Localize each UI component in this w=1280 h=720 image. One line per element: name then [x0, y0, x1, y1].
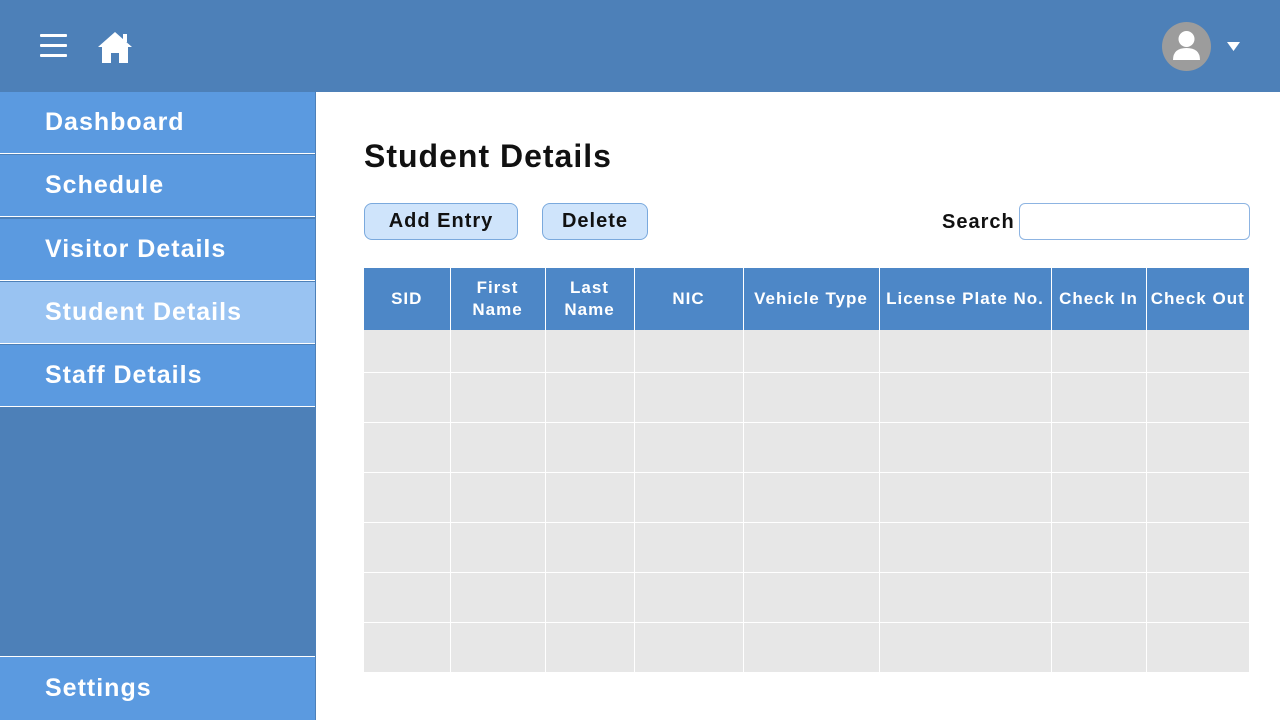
column-header-first-name[interactable]: First Name: [449, 268, 545, 330]
table-cell[interactable]: [544, 421, 634, 472]
table-cell[interactable]: [544, 330, 634, 372]
table-cell[interactable]: [449, 471, 545, 522]
sidebar-item-student-details[interactable]: Student Details: [0, 282, 315, 344]
table-cell[interactable]: [1050, 571, 1146, 622]
home-icon[interactable]: [97, 30, 133, 64]
table-cell[interactable]: [449, 571, 545, 622]
table-cell[interactable]: [364, 471, 450, 522]
table-cell[interactable]: [364, 571, 450, 622]
user-avatar-icon[interactable]: [1162, 22, 1211, 71]
table-cell[interactable]: [742, 621, 879, 672]
column-header-license-plate[interactable]: License Plate No.: [878, 268, 1051, 330]
hamburger-menu-icon[interactable]: [40, 33, 67, 59]
table-cell[interactable]: [633, 621, 743, 672]
table-cell[interactable]: [544, 471, 634, 522]
table-cell[interactable]: [1050, 330, 1146, 372]
table-cell[interactable]: [633, 571, 743, 622]
delete-button[interactable]: Delete: [542, 203, 648, 240]
table-cell[interactable]: [364, 621, 450, 672]
table-cell[interactable]: [1145, 521, 1249, 572]
column-header-sid[interactable]: SID: [364, 268, 450, 330]
table-cell[interactable]: [1145, 571, 1249, 622]
table-cell[interactable]: [544, 371, 634, 422]
column-header-vehicle-type[interactable]: Vehicle Type: [742, 268, 879, 330]
table-cell[interactable]: [364, 371, 450, 422]
caret-down-icon[interactable]: [1227, 42, 1240, 51]
page-title: Student Details: [364, 138, 612, 174]
table-cell[interactable]: [878, 621, 1051, 672]
table-cell[interactable]: [878, 471, 1051, 522]
table-cell[interactable]: [878, 571, 1051, 622]
column-header-last-name[interactable]: Last Name: [544, 268, 634, 330]
sidebar-item-settings[interactable]: Settings: [0, 656, 315, 720]
table-row[interactable]: [364, 521, 1249, 572]
table-cell[interactable]: [544, 621, 634, 672]
table-cell[interactable]: [878, 330, 1051, 372]
table-cell[interactable]: [878, 421, 1051, 472]
sidebar-item-dashboard[interactable]: Dashboard: [0, 92, 315, 154]
table-row[interactable]: [364, 371, 1249, 422]
table-row[interactable]: [364, 621, 1249, 672]
table-cell[interactable]: [742, 571, 879, 622]
table-cell[interactable]: [1145, 371, 1249, 422]
table-cell[interactable]: [742, 471, 879, 522]
add-entry-button[interactable]: Add Entry: [364, 203, 518, 240]
table-header-row: SID First Name Last Name NIC Vehicle Typ…: [364, 268, 1249, 330]
table-cell[interactable]: [364, 421, 450, 472]
sidebar: Dashboard Schedule Visitor Details Stude…: [0, 92, 316, 720]
table-cell[interactable]: [633, 421, 743, 472]
table-cell[interactable]: [633, 521, 743, 572]
table-cell[interactable]: [364, 521, 450, 572]
search-label: Search: [942, 211, 1015, 233]
table-cell[interactable]: [878, 371, 1051, 422]
sidebar-item-visitor-details[interactable]: Visitor Details: [0, 219, 315, 281]
table-cell[interactable]: [1050, 521, 1146, 572]
table-cell[interactable]: [1050, 621, 1146, 672]
table-cell[interactable]: [449, 621, 545, 672]
table-cell[interactable]: [364, 330, 450, 372]
table-cell[interactable]: [1145, 471, 1249, 522]
sidebar-item-schedule[interactable]: Schedule: [0, 155, 315, 217]
table-cell[interactable]: [633, 330, 743, 372]
table-cell[interactable]: [1145, 421, 1249, 472]
table-row[interactable]: [364, 421, 1249, 472]
table-cell[interactable]: [742, 521, 879, 572]
table-row[interactable]: [364, 330, 1249, 372]
table-row[interactable]: [364, 471, 1249, 522]
table-cell[interactable]: [544, 521, 634, 572]
table-cell[interactable]: [1050, 421, 1146, 472]
table-cell[interactable]: [878, 521, 1051, 572]
search-input[interactable]: [1019, 203, 1250, 240]
table-cell[interactable]: [1050, 371, 1146, 422]
table-cell[interactable]: [742, 421, 879, 472]
table-cell[interactable]: [633, 471, 743, 522]
table-cell[interactable]: [1050, 471, 1146, 522]
column-header-check-out[interactable]: Check Out: [1145, 268, 1249, 330]
table-cell[interactable]: [1145, 621, 1249, 672]
table-cell[interactable]: [1145, 330, 1249, 372]
table-cell[interactable]: [544, 571, 634, 622]
table-cell[interactable]: [449, 421, 545, 472]
table-cell[interactable]: [633, 371, 743, 422]
table-cell[interactable]: [742, 330, 879, 372]
column-header-check-in[interactable]: Check In: [1050, 268, 1146, 330]
student-details-table: SID First Name Last Name NIC Vehicle Typ…: [364, 268, 1249, 672]
table-cell[interactable]: [742, 371, 879, 422]
table-body: [364, 330, 1249, 672]
table-row[interactable]: [364, 571, 1249, 622]
table-cell[interactable]: [449, 371, 545, 422]
top-bar: [0, 0, 1280, 92]
table-cell[interactable]: [449, 521, 545, 572]
sidebar-item-staff-details[interactable]: Staff Details: [0, 345, 315, 407]
column-header-nic[interactable]: NIC: [633, 268, 743, 330]
table-cell[interactable]: [449, 330, 545, 372]
